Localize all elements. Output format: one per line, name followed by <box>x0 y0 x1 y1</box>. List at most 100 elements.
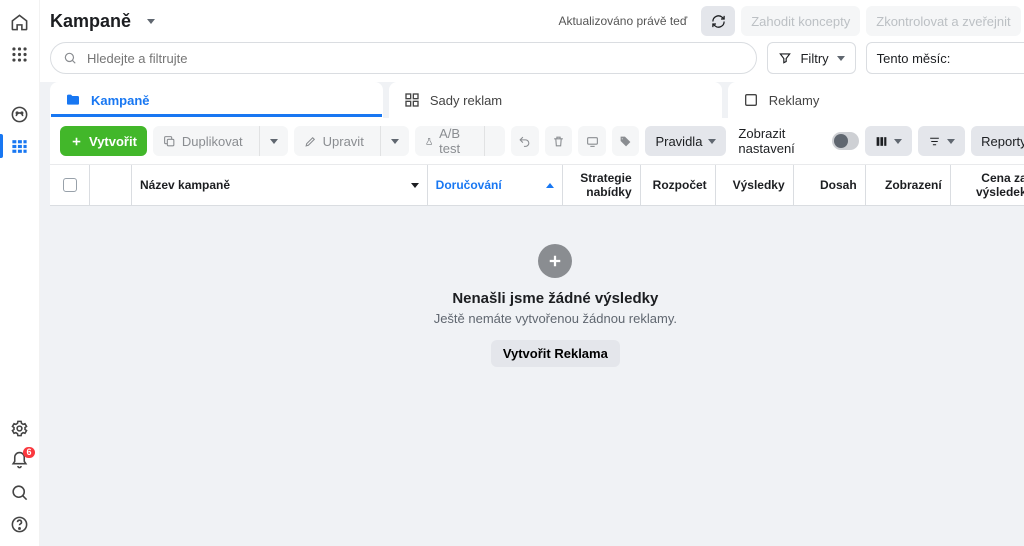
nav-ads-manager[interactable] <box>0 130 40 162</box>
nav-apps[interactable] <box>0 38 40 70</box>
plus-icon <box>70 135 83 148</box>
col-name[interactable]: Název kampaně <box>132 165 428 205</box>
empty-heading: Nenašli jsme žádné výsledky <box>452 290 658 307</box>
page-title: Kampaně <box>50 11 131 32</box>
filters-button[interactable]: Filtry <box>767 42 855 74</box>
create-label: Vytvořit <box>89 134 137 149</box>
main: Kampaně Aktualizováno právě teď Zahodit … <box>40 0 1024 546</box>
col-cost-per-result[interactable]: Cena za výsledek <box>951 165 1024 205</box>
nav-settings[interactable] <box>0 412 40 444</box>
delete-button[interactable] <box>545 126 573 156</box>
checkbox[interactable] <box>63 178 77 192</box>
empty-subtext: Ještě nemáte vytvořenou žádnou reklamy. <box>434 311 677 326</box>
col-reach[interactable]: Dosah <box>794 165 866 205</box>
search-icon <box>10 483 29 502</box>
nav-notifications[interactable]: 6 <box>0 444 40 476</box>
refresh-button[interactable] <box>701 6 735 36</box>
chevron-down-icon <box>147 19 155 24</box>
abtest-label: A/B test <box>439 126 468 156</box>
review-publish-button[interactable]: Zkontrolovat a zveřejnit <box>866 6 1020 36</box>
pencil-icon <box>304 135 317 148</box>
discard-drafts-button[interactable]: Zahodit koncepty <box>741 6 860 36</box>
duplicate-button[interactable]: Duplikovat <box>153 126 288 156</box>
copy-icon <box>163 135 176 148</box>
tab-label: Kampaně <box>91 93 150 108</box>
help-icon <box>10 515 29 534</box>
col-results-label: Výsledky <box>733 178 785 192</box>
edit-button[interactable]: Upravit <box>294 126 409 156</box>
grid-icon <box>10 45 29 64</box>
toggle-switch[interactable] <box>832 132 859 150</box>
refresh-icon <box>711 14 726 29</box>
filter-row: Filtry Tento měsíc: <box>40 42 1024 82</box>
col-strategy[interactable]: Strategie nabídky <box>563 165 641 205</box>
nav-help[interactable] <box>0 508 40 540</box>
undo-button[interactable] <box>511 126 539 156</box>
col-checkbox[interactable] <box>50 165 90 205</box>
show-settings-toggle[interactable]: Zobrazit nastavení <box>738 126 859 156</box>
tab-ads[interactable]: Reklamy <box>728 82 1024 118</box>
edit-label: Upravit <box>323 134 364 149</box>
empty-plus-icon <box>538 244 572 278</box>
account-selector[interactable] <box>141 19 155 24</box>
adset-icon <box>404 92 420 108</box>
columns-button[interactable] <box>865 126 912 156</box>
search-field[interactable] <box>50 42 757 74</box>
sort-icon <box>411 183 419 188</box>
tag-button[interactable] <box>612 126 640 156</box>
col-toggle <box>90 165 132 205</box>
tab-label: Sady reklam <box>430 93 502 108</box>
col-cpr-label: Cena za výsledek <box>959 171 1024 199</box>
export-button[interactable] <box>578 126 606 156</box>
nav-overview[interactable] <box>0 98 40 130</box>
chevron-down-icon <box>894 139 902 144</box>
notif-badge: 6 <box>23 447 34 458</box>
sort-icon <box>546 183 554 188</box>
tab-adsets[interactable]: Sady reklam <box>389 82 722 118</box>
undo-icon <box>518 135 531 148</box>
date-range-label: Tento měsíc: <box>877 51 951 66</box>
col-budget[interactable]: Rozpočet <box>641 165 716 205</box>
empty-cta-button[interactable]: Vytvořit Reklama <box>491 340 620 367</box>
duplicate-label: Duplikovat <box>182 134 243 149</box>
abtest-button[interactable]: A/B test <box>415 126 505 156</box>
last-updated: Aktualizováno právě teď <box>558 14 687 28</box>
table-icon <box>10 137 29 156</box>
col-reach-label: Dosah <box>820 178 857 192</box>
chevron-down-icon <box>837 56 845 61</box>
rules-button[interactable]: Pravidla <box>645 126 726 156</box>
col-impressions[interactable]: Zobrazení <box>866 165 951 205</box>
gauge-icon <box>10 105 29 124</box>
reports-label: Reporty <box>981 134 1024 149</box>
breakdown-icon <box>928 135 941 148</box>
col-delivery[interactable]: Doručování <box>428 165 563 205</box>
create-button[interactable]: Vytvořit <box>60 126 147 156</box>
search-icon <box>63 51 77 65</box>
col-name-label: Název kampaně <box>140 178 230 192</box>
ad-icon <box>743 92 759 108</box>
home-icon <box>10 13 29 32</box>
nav-search[interactable] <box>0 476 40 508</box>
export-icon <box>586 135 599 148</box>
gear-icon <box>10 419 29 438</box>
nav-home[interactable] <box>0 6 40 38</box>
left-rail: 6 <box>0 0 40 546</box>
content-panel: Vytvořit Duplikovat Upravit A/B <box>50 118 1024 546</box>
breakdown-button[interactable] <box>918 126 965 156</box>
page-header: Kampaně Aktualizováno právě teď Zahodit … <box>40 0 1024 42</box>
col-results[interactable]: Výsledky <box>716 165 794 205</box>
folder-icon <box>65 92 81 108</box>
empty-state: Nenašli jsme žádné výsledky Ještě nemáte… <box>50 206 1024 546</box>
date-range-button[interactable]: Tento měsíc: <box>866 42 1024 74</box>
search-input[interactable] <box>85 50 744 67</box>
tab-label: Reklamy <box>769 93 820 108</box>
chevron-down-icon <box>270 139 278 144</box>
chevron-down-icon <box>391 139 399 144</box>
tab-campaigns[interactable]: Kampaně <box>50 82 383 118</box>
chevron-down-icon <box>708 139 716 144</box>
tag-icon <box>619 135 632 148</box>
reports-button[interactable]: Reporty <box>971 126 1024 156</box>
col-budget-label: Rozpočet <box>653 178 707 192</box>
col-delivery-label: Doručování <box>436 178 502 192</box>
chevron-down-icon <box>947 139 955 144</box>
